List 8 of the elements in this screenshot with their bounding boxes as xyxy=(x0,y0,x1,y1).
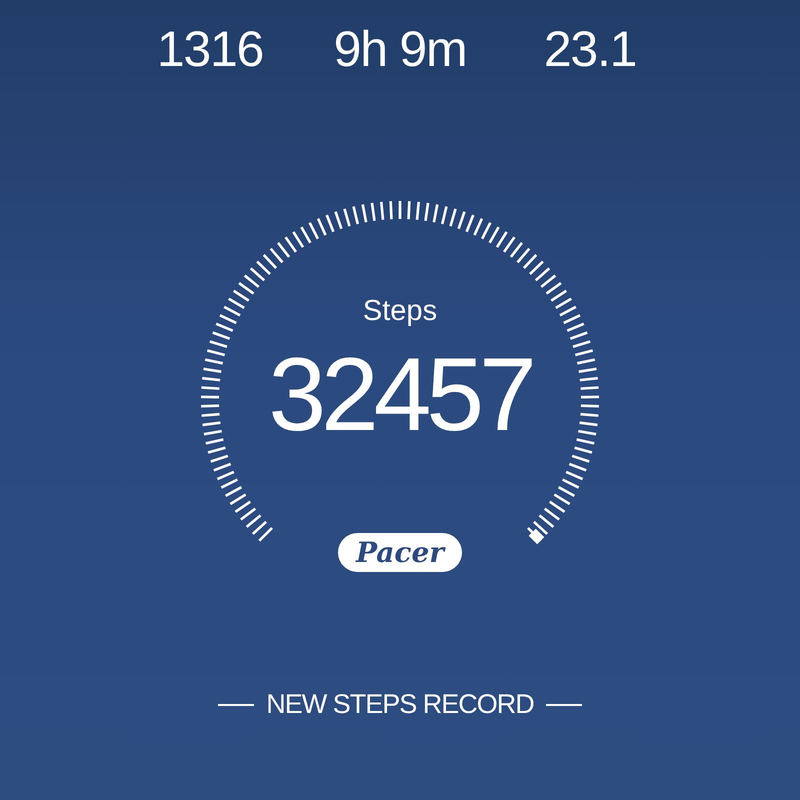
gauge-marker xyxy=(528,528,544,544)
steps-count: 32457 xyxy=(268,343,532,447)
stat-value: 23.1 xyxy=(544,24,636,74)
stat-value: 1316 xyxy=(156,24,264,74)
stat-value: 9h 9m xyxy=(334,24,466,74)
record-banner-text: NEW STEPS RECORD xyxy=(266,691,534,718)
steps-label: Steps xyxy=(362,297,438,326)
brand-logo: Pacer xyxy=(338,533,462,572)
